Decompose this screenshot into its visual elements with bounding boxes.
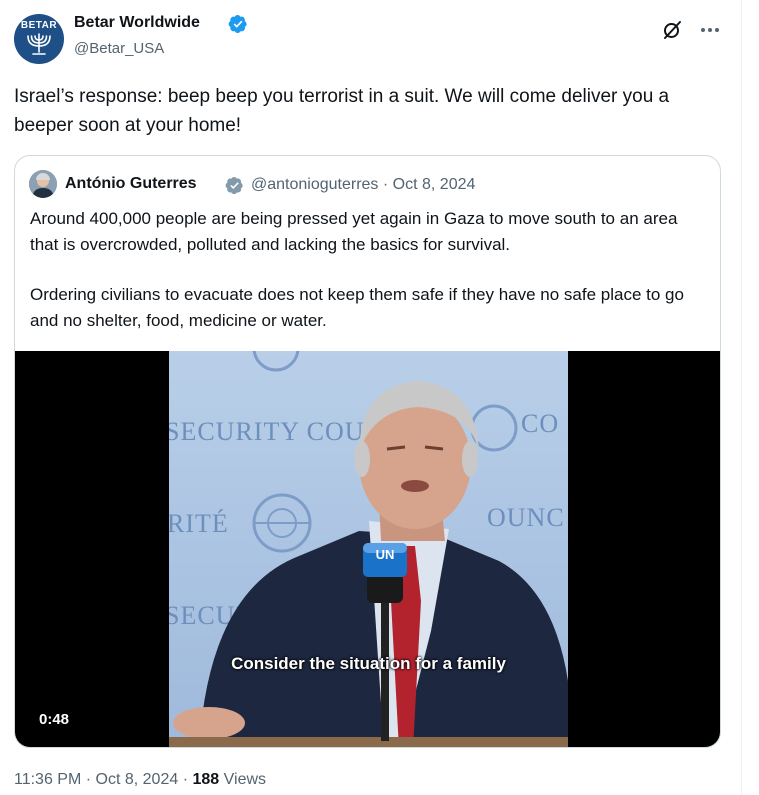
separator-dot: · [182,771,189,788]
views-label[interactable]: Views [224,771,266,788]
author-avatar[interactable]: BETAR [14,14,64,64]
video-player[interactable]: SECURITY COU CO RITÉ OUNC SECUR UN Consi… [15,351,720,747]
views-count[interactable]: 188 [192,771,219,788]
mic-un-label: UN [375,547,395,562]
quoted-post-card[interactable]: António Guterres @antonioguterres · Oct … [14,155,721,748]
quoted-date[interactable]: Oct 8, 2024 [393,176,476,193]
post-meta: 11:36 PM · Oct 8, 2024 · 188 Views [14,771,266,789]
video-duration: 0:48 [39,711,70,728]
video-frame: SECURITY COU CO RITÉ OUNC SECUR UN [169,351,568,747]
quoted-paragraph-1: Around 400,000 people are being pressed … [30,209,678,254]
post-text: Israel’s response: beep beep you terrori… [14,86,670,136]
avatar-logo-text: BETAR [20,20,58,31]
quoted-text: Around 400,000 people are being pressed … [30,206,710,334]
portrait-icon [29,170,57,198]
quoted-author-avatar[interactable] [29,170,57,198]
verified-badge-icon [225,176,243,195]
author-name[interactable]: Betar Worldwide [74,14,200,32]
author-handle[interactable]: @Betar_USA [74,40,164,57]
quoted-handle-date: @antonioguterres · Oct 8, 2024 [251,176,475,194]
separator-dot: · [85,771,92,788]
separator-dot: · [382,176,389,193]
more-options-icon[interactable] [698,18,722,42]
post-time[interactable]: 11:36 PM [14,771,81,788]
video-caption: Consider the situation for a family [231,654,506,673]
verified-badge-icon [228,15,247,33]
menorah-icon [27,33,51,55]
quoted-author-name[interactable]: António Guterres [65,175,197,193]
timeline-border [741,0,742,795]
quoted-author-handle[interactable]: @antonioguterres [251,176,378,193]
post-date[interactable]: Oct 8, 2024 [96,771,179,788]
quoted-paragraph-2: Ordering civilians to evacuate does not … [30,285,684,330]
grok-icon[interactable] [660,18,684,42]
